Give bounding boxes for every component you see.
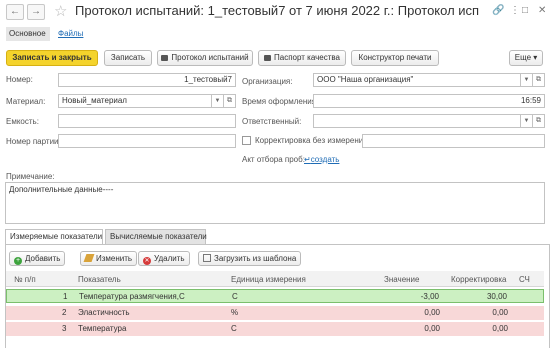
col-num: № п/п	[14, 275, 36, 284]
sample-create-link[interactable]: ↵создать	[304, 155, 339, 164]
delete-icon: ✕	[143, 257, 151, 265]
print-designer-button[interactable]: Конструктор печати	[351, 50, 439, 66]
correction-checkbox[interactable]	[242, 136, 251, 145]
tab-main[interactable]: Основное	[6, 27, 50, 41]
time-label: Время оформления:	[242, 97, 319, 106]
col-correction: Корректировка	[451, 275, 507, 284]
close-icon[interactable]: ✕	[538, 5, 546, 16]
batch-field[interactable]	[58, 134, 236, 148]
time-field[interactable]: 16:59	[313, 94, 545, 108]
arrow-left-icon: ←	[10, 6, 20, 17]
col-sc: СЧ	[519, 275, 530, 284]
capacity-label: Емкость:	[6, 117, 39, 126]
back-button[interactable]: ←	[6, 4, 24, 20]
chevron-down-icon: ▼	[214, 98, 221, 104]
responsible-dropdown[interactable]: ▼	[521, 114, 533, 128]
printer-icon	[264, 55, 271, 61]
table-row[interactable]: 1 Температура размягчения,С С -3,00 30,0…	[6, 289, 544, 303]
number-field[interactable]: 1_тестовый7	[58, 73, 236, 87]
more-button[interactable]: Еще ▾	[509, 50, 543, 66]
maximize-icon[interactable]: □	[522, 5, 528, 16]
batch-label: Номер партии:	[6, 137, 61, 146]
tab-calculated[interactable]: Вычисляемые показатели	[105, 229, 207, 245]
material-field[interactable]: Новый_материал	[58, 94, 212, 108]
material-open[interactable]: ⧉	[224, 94, 236, 108]
responsible-field[interactable]	[313, 114, 521, 128]
table-row[interactable]: 3 Температура С 0,00 0,00	[6, 322, 544, 336]
open-icon: ⧉	[536, 117, 541, 124]
tab-files[interactable]: Файлы	[58, 27, 83, 41]
pencil-icon	[83, 254, 95, 262]
printer-icon	[161, 55, 169, 61]
chevron-down-icon: ▼	[523, 77, 530, 83]
table-row[interactable]: 2 Эластичность % 0,00 0,00	[6, 306, 544, 320]
org-open[interactable]: ⧉	[533, 73, 545, 87]
load-template-button[interactable]: Загрузить из шаблона	[198, 251, 302, 266]
window-title: Протокол испытаний: 1_тестовый7 от 7 июн…	[75, 3, 480, 18]
open-icon: ⧉	[227, 97, 232, 104]
menu-icon[interactable]: ⋮	[510, 5, 520, 16]
correction-field[interactable]	[362, 134, 545, 148]
link-icon[interactable]: 🔗	[492, 5, 504, 16]
add-button[interactable]: + Добавить	[9, 251, 66, 266]
chevron-down-icon: ▾	[533, 53, 538, 62]
org-field[interactable]: ООО "Наша организация"	[313, 73, 521, 87]
save-close-button[interactable]: Записать и закрыть	[6, 50, 98, 66]
org-dropdown[interactable]: ▼	[521, 73, 533, 87]
note-label: Примечание:	[6, 172, 55, 181]
capacity-field[interactable]	[58, 114, 236, 128]
col-value: Значение	[384, 275, 420, 284]
edit-button[interactable]: Изменить	[80, 251, 138, 266]
note-field[interactable]: Дополнительные данные----	[5, 182, 545, 224]
print-protocol-button[interactable]: Протокол испытаний	[157, 50, 253, 66]
sample-label: Акт отбора проб:	[242, 155, 305, 164]
plus-icon: +	[14, 257, 22, 265]
quality-passport-button[interactable]: Паспорт качества	[258, 50, 346, 66]
number-label: Номер:	[6, 75, 33, 84]
arrow-right-icon: →	[31, 6, 41, 17]
star-icon[interactable]: ☆	[54, 2, 67, 20]
org-label: Организация:	[242, 77, 293, 86]
responsible-open[interactable]: ⧉	[533, 114, 545, 128]
open-icon: ⧉	[536, 76, 541, 83]
delete-button[interactable]: ✕ Удалить	[138, 251, 190, 266]
nav-tabs: Основное Файлы	[0, 24, 555, 44]
toolbar: Записать и закрыть Записать Протокол исп…	[0, 50, 555, 70]
template-icon	[203, 254, 211, 262]
material-dropdown[interactable]: ▼	[212, 94, 224, 108]
save-button[interactable]: Записать	[104, 50, 152, 66]
forward-button[interactable]: →	[27, 4, 45, 20]
chevron-down-icon: ▼	[523, 118, 530, 124]
col-unit: Единица измерения	[231, 275, 306, 284]
responsible-label: Ответственный:	[242, 117, 302, 126]
tab-measured[interactable]: Измеряемые показатели	[5, 229, 103, 245]
title-bar: ← → ☆ Протокол испытаний: 1_тестовый7 от…	[0, 0, 555, 24]
link-icon: ↵	[304, 155, 311, 164]
correction-label: Корректировка без измерения	[255, 136, 368, 145]
col-indicator: Показатель	[78, 275, 121, 284]
material-label: Материал:	[6, 97, 46, 106]
